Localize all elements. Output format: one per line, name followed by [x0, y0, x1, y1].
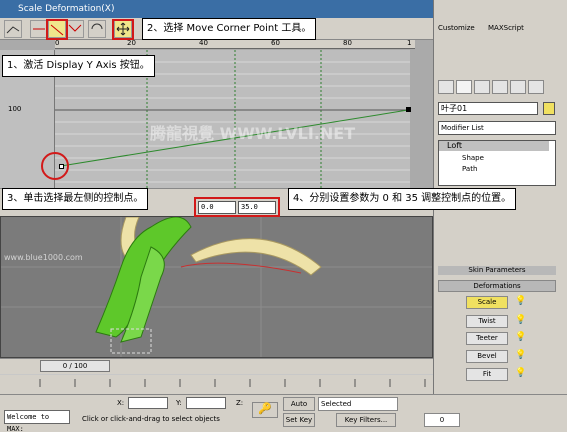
y-coord-label: Y: — [176, 399, 182, 407]
highlight-control-point — [41, 152, 69, 180]
ruler-tick: 80 — [343, 39, 352, 47]
teeter-deformation-button[interactable]: Teeter — [466, 332, 508, 345]
ruler-tick: 40 — [199, 39, 208, 47]
red-curve-icon — [33, 28, 45, 30]
fit-deformation-button[interactable]: Fit — [466, 368, 508, 381]
maxscript-listener[interactable]: Welcome to MAX: — [4, 410, 70, 432]
current-frame-field[interactable]: 0 — [424, 413, 460, 427]
time-slider[interactable]: 0 / 100 — [40, 360, 110, 372]
stack-item-path[interactable]: Path — [462, 165, 477, 173]
z-coord-label: Z: — [236, 399, 244, 407]
hierarchy-tab[interactable] — [474, 80, 490, 94]
display-tab[interactable] — [510, 80, 526, 94]
highlight-value-fields — [194, 197, 280, 217]
x-coord-field[interactable] — [128, 397, 168, 409]
curve-end-point[interactable] — [406, 107, 411, 112]
bevel-deformation-button[interactable]: Bevel — [466, 350, 508, 363]
ruler-tick: 60 — [271, 39, 280, 47]
ruler-tick: 0 — [55, 39, 60, 47]
bulb-icon[interactable]: 💡 — [515, 332, 526, 342]
modifier-list-dropdown[interactable]: Modifier List — [438, 121, 556, 135]
status-prompt: Click or click-and-drag to select object… — [82, 415, 220, 423]
track-ticks — [39, 379, 426, 387]
step3-callout: 3、单击选择最左侧的控制点。 — [2, 188, 149, 210]
graph-ruler: 0 20 40 60 80 1 — [55, 39, 415, 49]
watermark: 腾龍視覺 WWW.LVLI.NET — [150, 124, 356, 143]
stack-item-shape[interactable]: Shape — [462, 154, 484, 162]
swap-curves-button[interactable] — [88, 20, 106, 38]
auto-key-button[interactable]: Auto Key — [283, 397, 315, 420]
object-color-swatch[interactable] — [543, 102, 555, 115]
key-icon: 🔑 — [258, 402, 272, 415]
object-name-field[interactable]: 叶子01 — [438, 102, 538, 115]
create-tab[interactable] — [438, 80, 454, 94]
leaf-model-render — [1, 217, 432, 357]
rollout-deformations[interactable]: Deformations — [438, 280, 556, 292]
xy-curve-icon — [68, 24, 82, 32]
bulb-icon[interactable]: 💡 — [515, 368, 526, 378]
3d-viewport[interactable] — [0, 216, 433, 358]
set-key-button[interactable]: Set Key — [283, 413, 315, 427]
step2-callout: 2、选择 Move Corner Point 工具。 — [142, 18, 317, 40]
display-x-axis-button[interactable] — [4, 20, 22, 38]
utilities-tab[interactable] — [528, 80, 544, 94]
ruler-tick: 1 — [407, 39, 412, 47]
rollout-skin-parameters[interactable]: Skin Parameters — [438, 266, 556, 275]
key-mode-button[interactable]: 🔑 — [252, 402, 278, 418]
site-watermark: www.blue1000.com — [4, 253, 83, 262]
track-bar[interactable] — [0, 375, 433, 394]
step4-callout: 4、分别设置参数为 0 和 35 调整控制点的位置。 — [288, 188, 517, 210]
ruler-tick: 20 — [127, 39, 136, 47]
bulb-icon[interactable]: 💡 — [515, 315, 526, 325]
bulb-icon[interactable]: 💡 — [515, 350, 526, 360]
motion-tab[interactable] — [492, 80, 508, 94]
y-axis-label: 100 — [8, 105, 22, 113]
stack-item-loft[interactable]: Loft — [439, 141, 549, 151]
bulb-icon[interactable]: 💡 — [515, 296, 526, 306]
highlight-display-y-button — [46, 19, 68, 40]
modify-tab[interactable] — [456, 80, 472, 94]
key-filters-button[interactable]: Key Filters... — [336, 413, 396, 427]
highlight-move-tool — [112, 19, 134, 40]
window-title: Scale Deformation(X) — [18, 4, 115, 14]
step1-callout: 1、激活 Display Y Axis 按钮。 — [2, 55, 155, 77]
y-coord-field[interactable] — [186, 397, 226, 409]
swap-icon — [91, 23, 103, 30]
scale-deformation-button[interactable]: Scale — [466, 296, 508, 309]
display-xy-axes-button[interactable] — [66, 20, 84, 38]
twist-deformation-button[interactable]: Twist — [466, 315, 508, 328]
menu-customize[interactable]: Customize — [438, 24, 475, 32]
panel-tab-strip — [438, 80, 558, 96]
selection-set-dropdown[interactable]: Selected — [318, 397, 398, 411]
curve-icon — [6, 26, 20, 34]
x-coord-label: X: — [117, 399, 125, 407]
menu-maxscript[interactable]: MAXScript — [488, 24, 524, 32]
window-title-bar: Scale Deformation(X) — [0, 0, 433, 18]
